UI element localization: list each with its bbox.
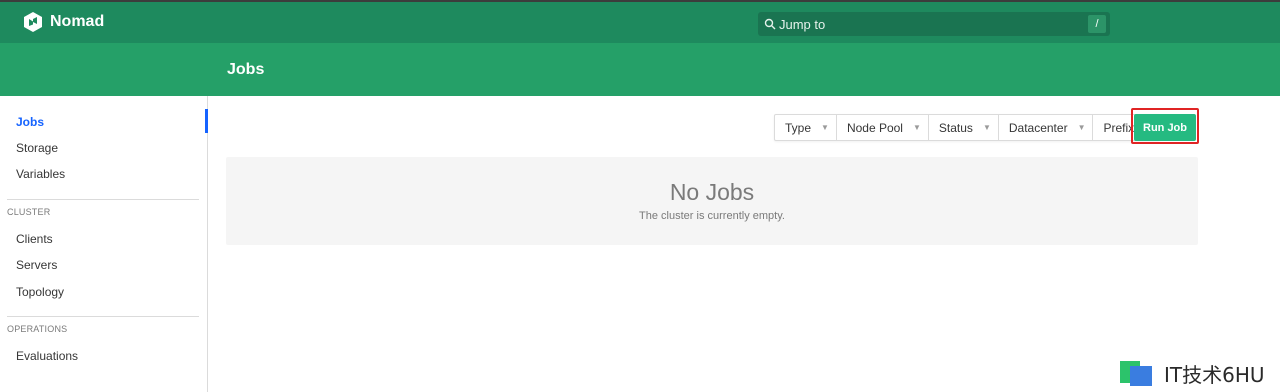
search-icon xyxy=(764,18,776,30)
watermark-logo-icon xyxy=(1120,361,1152,386)
sidebar-divider xyxy=(7,199,199,200)
filter-label: Status xyxy=(938,120,973,135)
filter-type[interactable]: Type ▼ xyxy=(775,115,837,140)
section-label-cluster: CLUSTER xyxy=(7,207,51,217)
sidebar-item-clients[interactable]: Clients xyxy=(16,232,53,246)
filter-label: Type xyxy=(785,120,812,135)
sidebar: Jobs Storage Variables CLUSTER Clients S… xyxy=(0,96,208,392)
job-filters: Type ▼ Node Pool ▼ Status ▼ Datacenter ▼… xyxy=(774,114,1161,141)
filter-datacenter[interactable]: Datacenter ▼ xyxy=(999,115,1094,140)
sidebar-item-storage[interactable]: Storage xyxy=(16,141,58,155)
active-indicator xyxy=(205,109,208,133)
search-input[interactable] xyxy=(779,16,1079,32)
filter-node-pool[interactable]: Node Pool ▼ xyxy=(837,115,929,140)
caret-down-icon: ▼ xyxy=(821,123,829,132)
caret-down-icon: ▼ xyxy=(912,123,921,132)
search-shortcut-badge: / xyxy=(1088,15,1106,33)
section-label-operations: OPERATIONS xyxy=(7,324,68,334)
run-job-button[interactable]: Run Job xyxy=(1134,114,1196,141)
brand-link[interactable]: Nomad xyxy=(24,12,104,32)
nomad-logo-icon xyxy=(24,12,42,32)
watermark-text: IT技术6HU xyxy=(1164,362,1265,387)
sidebar-divider xyxy=(7,316,199,317)
filter-status[interactable]: Status ▼ xyxy=(929,115,999,140)
sidebar-item-variables[interactable]: Variables xyxy=(16,167,65,181)
filter-label: Datacenter xyxy=(1008,120,1068,135)
sidebar-item-evaluations[interactable]: Evaluations xyxy=(16,349,78,363)
caret-down-icon: ▼ xyxy=(1077,123,1086,132)
page-header: Jobs xyxy=(0,43,1280,96)
sidebar-item-jobs[interactable]: Jobs xyxy=(16,115,44,129)
sidebar-item-servers[interactable]: Servers xyxy=(16,258,57,272)
sidebar-item-topology[interactable]: Topology xyxy=(16,285,64,299)
jump-to-search[interactable]: / xyxy=(758,12,1110,36)
watermark: IT技术6HU xyxy=(1118,358,1265,388)
filter-label: Node Pool xyxy=(846,120,903,135)
empty-state-message: The cluster is currently empty. xyxy=(639,210,785,222)
empty-state-title: No Jobs xyxy=(669,179,755,205)
top-navbar: Nomad / xyxy=(0,0,1280,43)
empty-state: No Jobs The cluster is currently empty. xyxy=(226,157,1198,245)
brand-name: Nomad xyxy=(50,13,105,30)
page-title: Jobs xyxy=(227,61,265,78)
filter-label: Prefix xyxy=(1103,120,1135,135)
caret-down-icon: ▼ xyxy=(982,123,991,132)
